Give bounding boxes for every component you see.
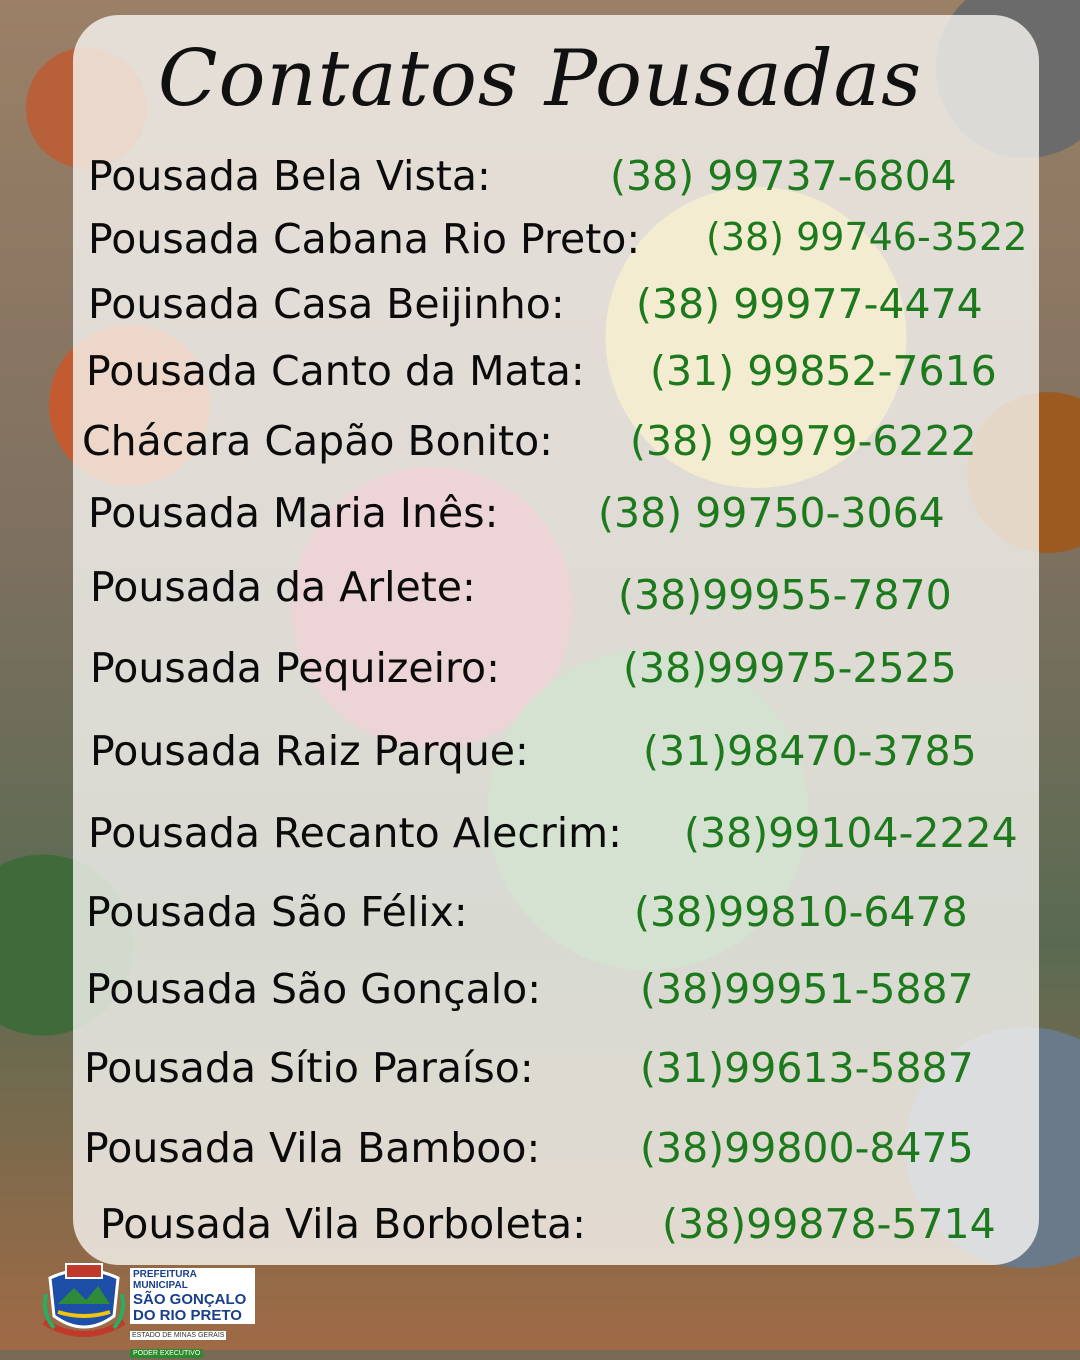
contact-name: Chácara Capão Bonito: [82, 417, 553, 465]
contact-phone[interactable]: (38) 99750-3064 [598, 489, 945, 537]
contact-phone[interactable]: (38) 99979-6222 [630, 417, 977, 465]
contact-phone[interactable]: (31)99613-5887 [640, 1044, 974, 1092]
logo-line-3: DO RIO PRETO [130, 1308, 255, 1324]
contact-phone[interactable]: (38) 99737-6804 [610, 152, 957, 200]
contact-phone[interactable]: (38)99975-2525 [623, 644, 957, 692]
contact-row: Pousada São Félix: (38)99810-6478 [0, 888, 1080, 942]
contact-phone[interactable]: (38)99810-6478 [634, 888, 968, 936]
contact-row: Chácara Capão Bonito: (38) 99979-6222 [0, 417, 1080, 471]
logo-text: PREFEITURA MUNICIPAL SÃO GONÇALO DO RIO … [130, 1268, 255, 1360]
contact-row: Pousada Sítio Paraíso: (31)99613-5887 [0, 1044, 1080, 1098]
contact-name: Pousada Vila Borboleta: [100, 1200, 586, 1248]
contact-name: Pousada Sítio Paraíso: [84, 1044, 534, 1092]
contact-name: Pousada da Arlete: [90, 563, 476, 611]
contact-phone[interactable]: (31)98470-3785 [643, 727, 977, 775]
contact-row: Pousada da Arlete: (38)99955-7870 [0, 563, 1080, 619]
contact-name: Pousada Maria Inês: [88, 489, 499, 537]
contact-name: Pousada Canto da Mata: [86, 347, 585, 395]
contact-phone[interactable]: (38)99955-7870 [618, 571, 952, 619]
contact-name: Pousada Cabana Rio Preto: [88, 215, 641, 263]
contact-phone[interactable]: (38)99800-8475 [640, 1124, 974, 1172]
contact-row: Pousada Raiz Parque: (31)98470-3785 [0, 727, 1080, 781]
contact-row: Pousada Vila Borboleta: (38)99878-5714 [0, 1200, 1080, 1254]
contact-phone[interactable]: (38) 99977-4474 [636, 280, 983, 328]
logo-line-1: PREFEITURA MUNICIPAL [130, 1268, 255, 1292]
contact-row: Pousada São Gonçalo: (38)99951-5887 [0, 965, 1080, 1019]
contact-row: Pousada Cabana Rio Preto: (38) 99746-352… [0, 215, 1080, 269]
contact-row: Pousada Bela Vista: (38) 99737-6804 [0, 152, 1080, 206]
contact-phone[interactable]: (38) 99746-3522 [706, 215, 1027, 259]
contact-phone[interactable]: (38)99951-5887 [640, 965, 974, 1013]
contact-name: Pousada Bela Vista: [88, 152, 491, 200]
contact-name: Pousada Recanto Alecrim: [88, 809, 622, 857]
contact-row: Pousada Casa Beijinho: (38) 99977-4474 [0, 280, 1080, 334]
contact-name: Pousada Raiz Parque: [90, 727, 529, 775]
contact-name: Pousada São Félix: [86, 888, 468, 936]
page-title: Contatos Pousadas [157, 34, 923, 124]
contact-row: Pousada Maria Inês: (38) 99750-3064 [0, 489, 1080, 543]
contact-name: Pousada Vila Bamboo: [84, 1124, 541, 1172]
contact-row: Pousada Vila Bamboo: (38)99800-8475 [0, 1124, 1080, 1178]
logo-line-5: PODER EXECUTIVO [130, 1349, 204, 1358]
logo-line-2: SÃO GONÇALO [130, 1292, 255, 1308]
contact-name: Pousada São Gonçalo: [86, 965, 542, 1013]
contact-phone[interactable]: (31) 99852-7616 [650, 347, 997, 395]
logo-line-4: ESTADO DE MINAS GERAIS [130, 1331, 227, 1340]
contact-row: Pousada Canto da Mata: (31) 99852-7616 [0, 347, 1080, 401]
contact-phone[interactable]: (38)99878-5714 [662, 1200, 996, 1248]
contact-name: Pousada Casa Beijinho: [88, 280, 565, 328]
contact-phone[interactable]: (38)99104-2224 [684, 809, 1018, 857]
municipality-logo: PREFEITURA MUNICIPAL SÃO GONÇALO DO RIO … [40, 1258, 255, 1358]
contact-name: Pousada Pequizeiro: [90, 644, 500, 692]
contact-row: Pousada Pequizeiro: (38)99975-2525 [0, 644, 1080, 698]
coat-of-arms-icon [42, 1263, 126, 1337]
contact-row: Pousada Recanto Alecrim: (38)99104-2224 [0, 809, 1080, 863]
